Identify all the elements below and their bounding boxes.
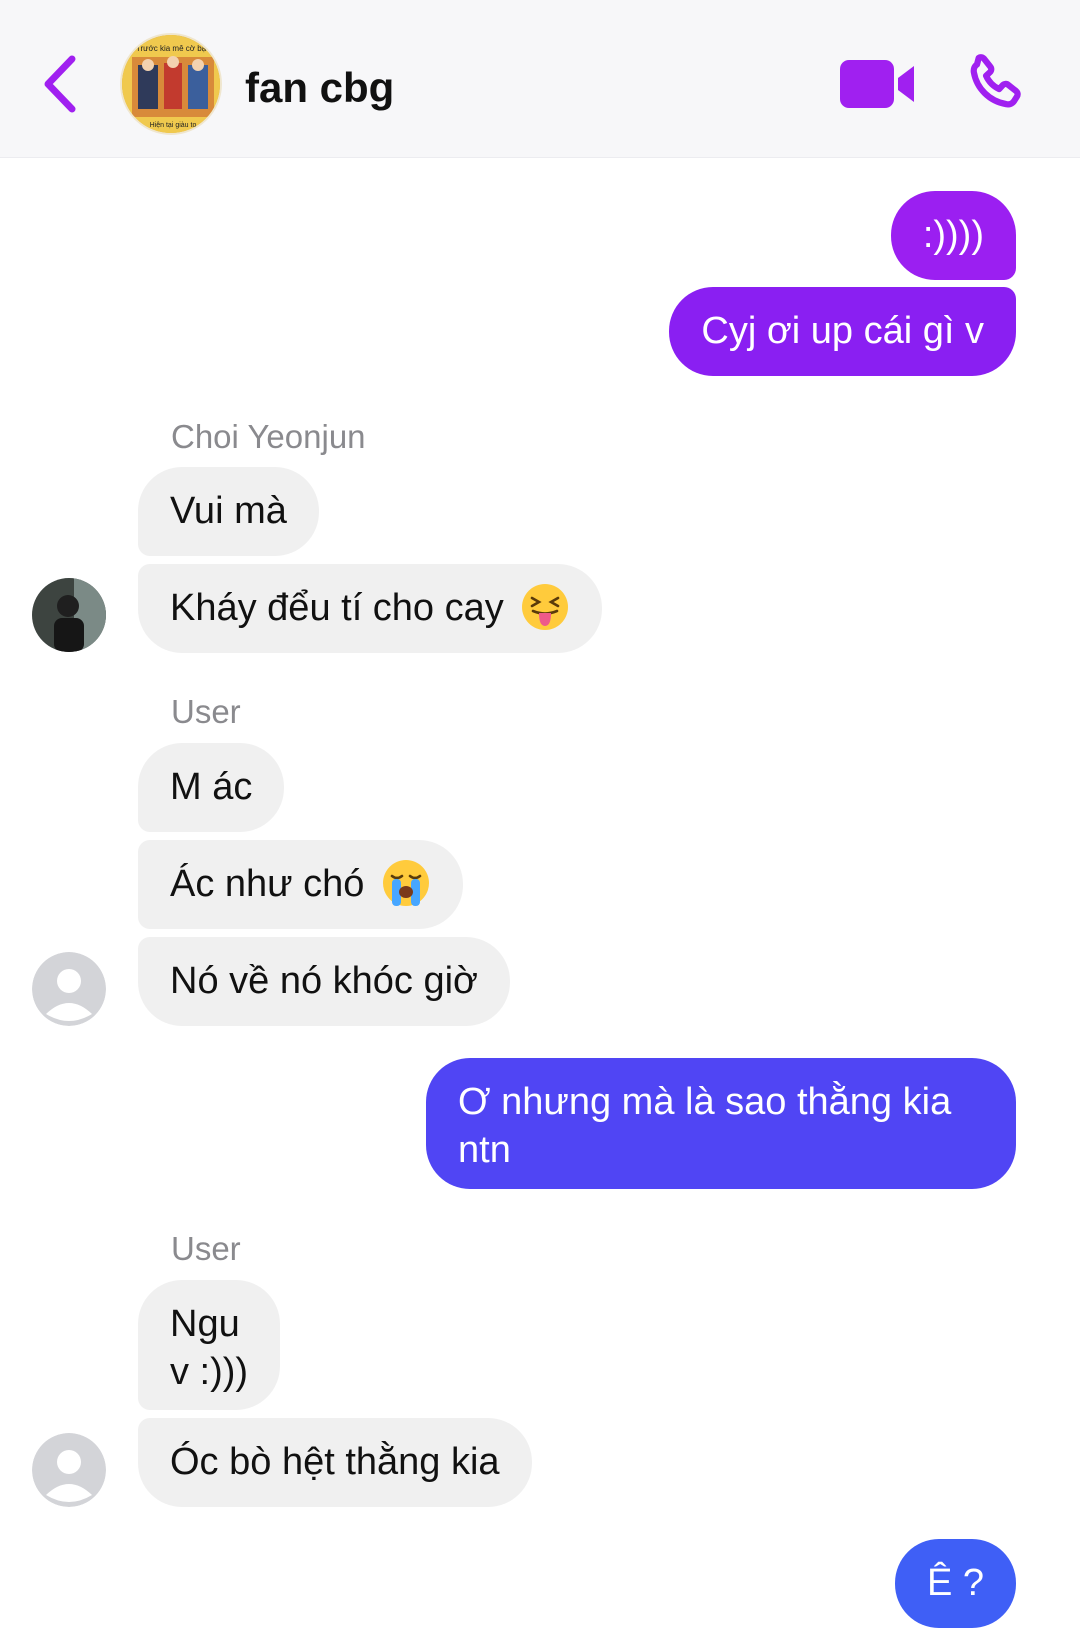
message-text-line: v :)))	[170, 1351, 249, 1393]
crying-face-emoji-icon	[383, 859, 429, 906]
squinting-tongue-emoji-icon	[522, 583, 569, 630]
message-bubble-incoming[interactable]: Ác như chó	[138, 840, 463, 929]
back-button[interactable]	[30, 44, 90, 124]
message-text: Óc bò hệt thằng kia	[170, 1441, 500, 1483]
avatar[interactable]	[32, 1433, 106, 1507]
message-text: :))))	[922, 214, 984, 256]
sender-name: User	[171, 693, 241, 730]
avatar[interactable]	[32, 578, 106, 652]
message-text: Ê ?	[926, 1562, 984, 1604]
message-bubble-incoming[interactable]: Nó về nó khóc giờ	[138, 937, 510, 1026]
voice-call-button[interactable]	[960, 50, 1028, 118]
group-avatar-image: Trước kia mê cờ bạc Hiện tại giàu to	[122, 35, 220, 133]
message-text-line: Ơ nhưng mà là sao thằng kia	[458, 1081, 952, 1123]
default-avatar-icon	[32, 952, 106, 1026]
message-text: Vui mà	[170, 490, 287, 532]
message-bubble-incoming[interactable]: Ngu v :)))	[138, 1280, 281, 1410]
default-avatar-icon	[32, 1433, 106, 1507]
message-bubble-outgoing[interactable]: Cyj ơi up cái gì v	[669, 287, 1016, 376]
message-text: Nó về nó khóc giờ	[170, 960, 478, 1002]
group-avatar[interactable]: Trước kia mê cờ bạc Hiện tại giàu to	[120, 33, 222, 135]
video-camera-icon	[840, 60, 914, 108]
avatar-photo	[32, 578, 106, 652]
message-bubble-incoming[interactable]: Óc bò hệt thằng kia	[138, 1418, 532, 1507]
message-text: Cyj ơi up cái gì v	[701, 310, 984, 352]
chat-header: Trước kia mê cờ bạc Hiện tại giàu to fan…	[0, 0, 1080, 158]
message-bubble-incoming[interactable]: Vui mà	[138, 467, 319, 556]
message-text-line: ntn	[458, 1129, 511, 1171]
message-bubble-outgoing[interactable]: :))))	[890, 191, 1016, 280]
chat-title[interactable]: fan cbg	[245, 58, 394, 118]
chevron-left-icon	[44, 55, 76, 113]
sender-name: Choi Yeonjun	[171, 418, 366, 455]
phone-icon	[970, 54, 1021, 108]
message-bubble-outgoing[interactable]: Ê ?	[894, 1539, 1016, 1628]
sender-name: User	[171, 1230, 241, 1267]
message-bubble-incoming[interactable]: Kháy đểu tí cho cay	[138, 564, 603, 653]
message-text: Kháy đểu tí cho cay	[170, 587, 504, 629]
message-bubble-outgoing[interactable]: Ơ nhưng mà là sao thằng kia ntn	[426, 1058, 1016, 1189]
svg-text:Trước kia mê cờ bạc: Trước kia mê cờ bạc	[136, 44, 210, 53]
message-text: Ác như chó	[170, 863, 365, 905]
message-bubble-incoming[interactable]: M ác	[138, 743, 285, 832]
message-text: M ác	[170, 766, 253, 808]
message-text-line: Ngu	[170, 1303, 240, 1345]
video-call-button[interactable]	[836, 52, 920, 116]
svg-text:Hiện tại giàu to: Hiện tại giàu to	[150, 122, 197, 129]
avatar[interactable]	[32, 952, 106, 1026]
